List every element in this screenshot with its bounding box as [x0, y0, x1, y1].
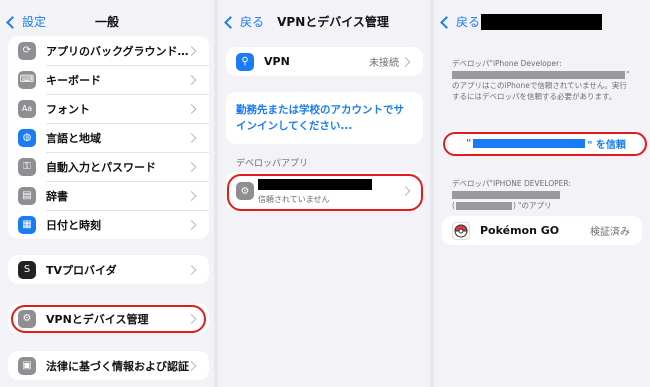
pokeball-icon — [454, 224, 468, 237]
row-label: キーボード — [46, 73, 101, 87]
description-prefix: デベロッパ"iPhone Developer: — [452, 59, 562, 68]
app-row-pokemon-go[interactable]: Pokémon GO 検証済み — [442, 216, 642, 245]
app-refresh-icon: ⟳ — [18, 41, 36, 60]
row-label: 辞書 — [46, 189, 68, 203]
highlight-outline — [227, 174, 423, 211]
section-header: デベロッパアプリ — [236, 159, 309, 169]
settings-row-keyboard[interactable]: ⌨ キーボード — [8, 65, 209, 94]
dictionary-icon: ▤ — [18, 186, 36, 205]
settings-row-dictionary[interactable]: ▤ 辞書 — [8, 181, 209, 210]
row-label: フォント — [46, 102, 90, 116]
vpn-icon: ⚲ — [236, 52, 254, 71]
settings-row-font[interactable]: Aa フォント — [8, 94, 209, 123]
settings-group: S TVプロバイダ — [8, 255, 209, 284]
settings-group: ⟳ アプリのバックグラウンド… ⌨ キーボード Aa フォント ◍ 言語と地域 … — [8, 36, 209, 239]
vpn-status: 未接続 — [369, 58, 399, 69]
row-label: アプリのバックグラウンド… — [46, 44, 189, 58]
font-icon: Aa — [18, 99, 36, 118]
page-title: 一般 — [94, 15, 119, 29]
chevron-left-icon — [440, 15, 453, 29]
settings-row-tv-provider[interactable]: S TVプロバイダ — [8, 255, 209, 284]
highlight-outline — [11, 305, 206, 333]
keyboard-icon: ⌨ — [18, 70, 36, 89]
settings-row-date-time[interactable]: ▦ 日付と時刻 — [8, 210, 209, 239]
nav-bar: 戻る VPNとデバイス管理 — [218, 0, 430, 42]
row-label: TVプロバイダ — [46, 263, 117, 277]
row-label: 言語と地域 — [46, 131, 101, 145]
tv-provider-icon: S — [18, 260, 36, 279]
redacted-line — [452, 189, 637, 200]
globe-icon: ◍ — [18, 128, 36, 147]
row-label: 法律に基づく情報および認証 — [46, 359, 189, 373]
highlight-outline — [443, 132, 647, 156]
trust-description: デベロッパ"iPhone Developer: " のアプリはこのiPhoneで… — [452, 58, 632, 102]
developer-apps-header: デベロッパ"IPHONE DEVELOPER: ( ) "のアプリ — [452, 178, 637, 211]
key-icon: ⚿ — [18, 157, 36, 176]
redacted-bar — [452, 191, 560, 199]
app-status: 検証済み — [590, 227, 630, 238]
vpn-group: ⚲ VPN 未接続 — [226, 47, 423, 76]
settings-row-autofill[interactable]: ⚿ 自動入力とパスワード — [8, 152, 209, 181]
page-title: VPNとデバイス管理 — [277, 15, 389, 29]
settings-row-legal[interactable]: ▣ 法律に基づく情報および認証 — [8, 351, 209, 380]
certificate-icon: ▣ — [18, 356, 36, 375]
general-settings-panel: 設定 一般 ⟳ アプリのバックグラウンド… ⌨ キーボード Aa フォント ◍ … — [0, 0, 214, 387]
row-label: 日付と時刻 — [46, 218, 101, 232]
settings-group: ▣ 法律に基づく情報および認証 — [8, 351, 209, 380]
row-label: 自動入力とパスワード — [46, 160, 156, 174]
app-list: Pokémon GO 検証済み — [442, 216, 642, 245]
apps-header-suffix: "のアプリ — [518, 201, 552, 210]
back-label: 戻る — [456, 15, 481, 29]
developer-trust-panel: 戻る デベロッパ"iPhone Developer: " のアプリはこのiPho… — [434, 0, 650, 387]
settings-row-background-refresh[interactable]: ⟳ アプリのバックグラウンド… — [8, 36, 209, 65]
paren-close: ) — [513, 201, 516, 210]
redacted-title — [481, 14, 602, 30]
calendar-icon: ▦ — [18, 215, 36, 234]
vpn-row[interactable]: ⚲ VPN 未接続 — [226, 47, 423, 76]
redacted-bar — [456, 202, 512, 210]
settings-row-language[interactable]: ◍ 言語と地域 — [8, 123, 209, 152]
pokemon-go-app-icon — [452, 221, 470, 240]
paren-open: ( — [452, 201, 455, 210]
description-body: のアプリはこのiPhoneで信頼されていません。実行するにはデベロッパを信頼する… — [452, 81, 627, 101]
description-suffix: " — [626, 70, 630, 79]
nav-bar: 戻る — [434, 0, 650, 42]
signin-card[interactable]: 勤務先または学校のアカウントでサインインしてください... — [226, 92, 423, 144]
back-button[interactable]: 戻る — [440, 13, 481, 30]
apps-header-prefix: デベロッパ"IPHONE DEVELOPER: — [452, 179, 571, 188]
redacted-line: " — [452, 69, 632, 80]
signin-link[interactable]: 勤務先または学校のアカウントでサインインしてください... — [236, 102, 404, 134]
redacted-line: ( ) "のアプリ — [452, 200, 637, 211]
vpn-device-management-panel: 戻る VPNとデバイス管理 ⚲ VPN 未接続 勤務先または学校のアカウントでサ… — [218, 0, 430, 387]
redacted-bar — [452, 71, 625, 79]
